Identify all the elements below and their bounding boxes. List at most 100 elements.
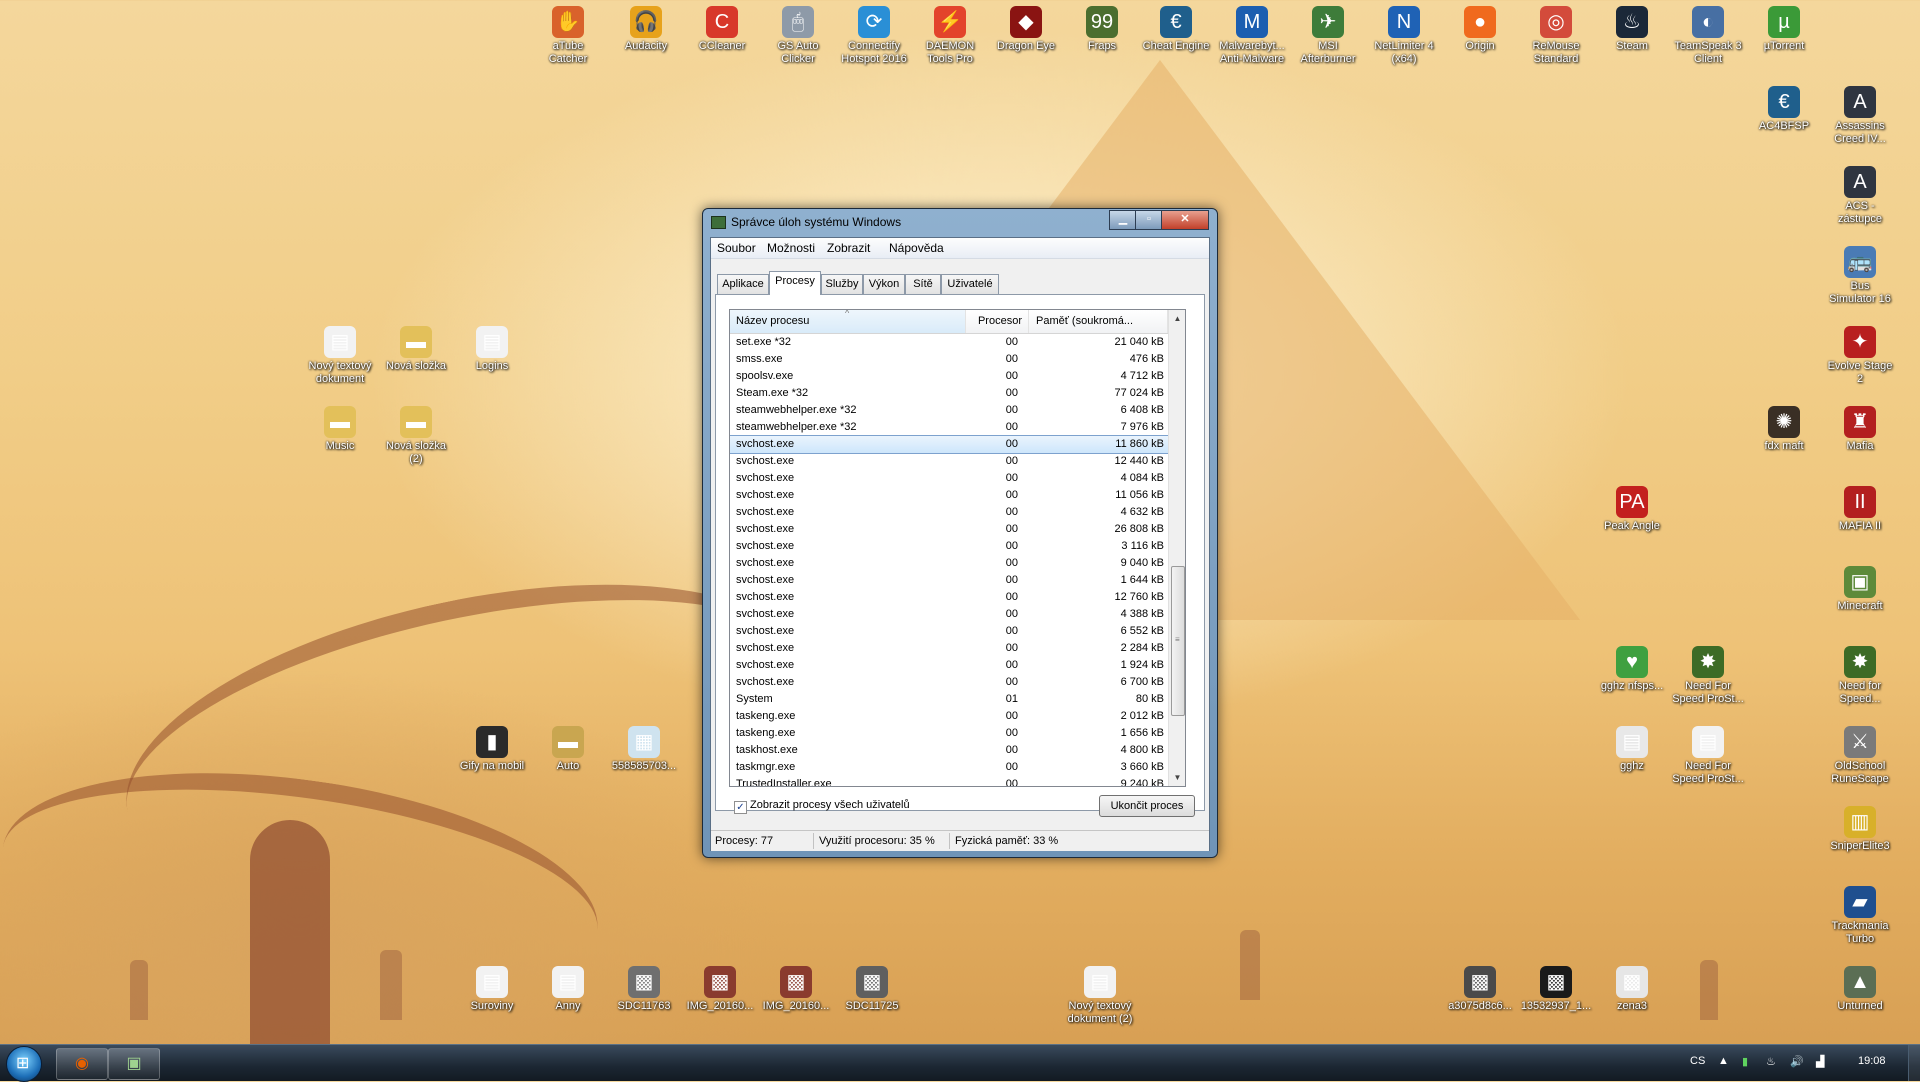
table-row[interactable]: taskeng.exe 00 2 012 kB [730,708,1168,725]
desktop-icon-logins[interactable]: ▤ Logins [454,326,530,373]
column-process-name[interactable]: ^ Název procesu [730,310,966,333]
desktop-icon-daemon[interactable]: ⚡ DAEMON Tools Pro [912,6,988,66]
desktop-icon-img2016a[interactable]: ▩ IMG_20160... [682,966,758,1013]
menu-view[interactable]: Zobrazit [827,241,870,255]
desktop-icon-sdc11763[interactable]: ▩ SDC11763 [606,966,682,1013]
table-row[interactable]: svchost.exe 00 11 860 kB [730,435,1169,454]
desktop-icon-img13532[interactable]: ▩ 13532937_1... [1518,966,1594,1013]
desktop-icon-music[interactable]: ▬ Music [302,406,378,453]
desktop-icon-gsautoclicker[interactable]: 🖱 GS Auto Clicker [760,6,836,66]
table-row[interactable]: steamwebhelper.exe *32 00 7 976 kB [730,419,1168,436]
desktop-icon-novaslozka2[interactable]: ▬ Nová složka (2) [378,406,454,466]
desktop-icon-connectify[interactable]: ⟳ Connectify Hotspot 2016 [836,6,912,66]
desktop-icon-nfsprost2[interactable]: ▤ Need For Speed ProSt... [1670,726,1746,786]
desktop-icon-novytxt[interactable]: ▤ Nový textový dokument [302,326,378,386]
tab-processes[interactable]: Procesy [769,271,821,295]
maximize-button[interactable]: ▫ [1135,210,1163,230]
table-row[interactable]: set.exe *32 00 21 040 kB [730,334,1168,351]
tab-applications[interactable]: Aplikace [717,274,769,294]
desktop-icon-steam[interactable]: ♨ Steam [1594,6,1670,53]
table-row[interactable]: taskeng.exe 00 1 656 kB [730,725,1168,742]
desktop-icon-novaslozka[interactable]: ▬ Nová složka [378,326,454,373]
desktop-icon-img558[interactable]: ▦ 558585703... [606,726,682,773]
desktop-icon-trackmania[interactable]: ▰ Trackmania Turbo [1822,886,1898,946]
table-row[interactable]: System 01 80 kB [730,691,1168,708]
table-row[interactable]: svchost.exe 00 12 760 kB [730,589,1168,606]
battery-icon[interactable]: ▮ [1742,1055,1748,1068]
table-row[interactable]: svchost.exe 00 6 552 kB [730,623,1168,640]
desktop-icon-sniper[interactable]: ▥ SniperElite3 [1822,806,1898,853]
desktop-icon-zena3[interactable]: ▩ zena3 [1594,966,1670,1013]
taskbar-task-manager[interactable]: ▣ [108,1048,160,1080]
desktop-icon-auto[interactable]: ▬ Auto [530,726,606,773]
desktop-icon-mafia2[interactable]: II MAFIA II [1822,486,1898,533]
desktop-icon-minecraft[interactable]: ▣ Minecraft [1822,566,1898,613]
table-row[interactable]: svchost.exe 00 3 116 kB [730,538,1168,555]
desktop-icon-cheatengine[interactable]: € Cheat Engine [1138,6,1214,53]
desktop-icon-ccleaner[interactable]: C CCleaner [684,6,760,53]
show-all-users-checkbox[interactable]: ✓ Zobrazit procesy všech uživatelů [734,799,910,814]
desktop-icon-oldschool[interactable]: ⚔ OldSchool RuneScape [1822,726,1898,786]
desktop-icon-gifty[interactable]: ▮ Gify na mobil [454,726,530,773]
clock[interactable]: 19:08 [1858,1055,1886,1067]
desktop-icon-gghz2[interactable]: ▤ gghz [1594,726,1670,773]
table-row[interactable]: svchost.exe 00 4 632 kB [730,504,1168,521]
desktop-icon-unturned[interactable]: ▲ Unturned [1822,966,1898,1013]
column-memory[interactable]: Paměť (soukromá... [1030,310,1168,333]
desktop-icon-anny[interactable]: ▤ Anny [530,966,606,1013]
tab-networking[interactable]: Sítě [905,274,941,294]
desktop-icon-nfsprost[interactable]: ✸ Need For Speed ProSt... [1670,646,1746,706]
volume-icon[interactable]: 🔊 [1790,1055,1804,1068]
start-button[interactable]: ⊞ [6,1046,42,1082]
table-row[interactable]: taskmgr.exe 00 3 660 kB [730,759,1168,776]
tab-performance[interactable]: Výkon [863,274,905,294]
show-hidden-icons-icon[interactable]: ▲ [1718,1055,1729,1067]
menu-help[interactable]: Nápověda [889,241,944,255]
close-button[interactable]: ✕ [1161,210,1209,230]
menu-options[interactable]: Možnosti [767,241,815,255]
desktop-icon-suroviny[interactable]: ▤ Suroviny [454,966,530,1013]
desktop-icon-img2016b[interactable]: ▩ IMG_20160... [758,966,834,1013]
tab-services[interactable]: Služby [821,274,863,294]
table-row[interactable]: svchost.exe 00 2 284 kB [730,640,1168,657]
network-icon[interactable]: ▟ [1816,1055,1824,1068]
vertical-scrollbar[interactable]: ▲ ≡ ▼ [1168,310,1185,786]
desktop-icon-nfsspeed[interactable]: ✸ Need for Speed... [1822,646,1898,706]
desktop-icon-teamspeak[interactable]: ◐ TeamSpeak 3 Client [1670,6,1746,66]
desktop-icon-utorrent[interactable]: µ µTorrent [1746,6,1822,53]
table-row[interactable]: Steam.exe *32 00 77 024 kB [730,385,1168,402]
table-row[interactable]: svchost.exe 00 4 388 kB [730,606,1168,623]
table-row[interactable]: spoolsv.exe 00 4 712 kB [730,368,1168,385]
desktop-icon-mafia[interactable]: ♜ Mafia [1822,406,1898,453]
desktop-icon-malwarebytes[interactable]: M Malwarebyt... Anti-Malware [1214,6,1290,66]
desktop-icon-assassins[interactable]: A Assassins Creed IV... [1822,86,1898,146]
show-desktop-button[interactable] [1908,1045,1920,1081]
desktop-icon-netlimiter[interactable]: N NetLimiter 4 (x64) [1366,6,1442,66]
taskbar-firefox[interactable]: ◉ [56,1048,108,1080]
table-row[interactable]: svchost.exe 00 1 644 kB [730,572,1168,589]
desktop-icon-fdxmaft[interactable]: ✺ fdx maft [1746,406,1822,453]
desktop-icon-peakangle[interactable]: PA Peak Angle [1594,486,1670,533]
scroll-up-icon[interactable]: ▲ [1169,310,1185,327]
desktop-icon-msiab[interactable]: ✈ MSI Afterburner [1290,6,1366,66]
table-row[interactable]: svchost.exe 00 12 440 kB [730,453,1168,470]
table-row[interactable]: svchost.exe 00 1 924 kB [730,657,1168,674]
table-row[interactable]: smss.exe 00 476 kB [730,351,1168,368]
minimize-button[interactable]: ▁ [1109,210,1137,230]
desktop-icon-bussim[interactable]: 🚌 Bus Simulator 16 [1822,246,1898,306]
desktop-icon-ac4bfsp[interactable]: € AC4BFSP [1746,86,1822,133]
table-row[interactable]: svchost.exe 00 9 040 kB [730,555,1168,572]
desktop-icon-a3075[interactable]: ▩ a3075d8c6... [1442,966,1518,1013]
column-cpu[interactable]: Procesor [967,310,1029,333]
table-row[interactable]: svchost.exe 00 11 056 kB [730,487,1168,504]
scroll-down-icon[interactable]: ▼ [1169,769,1185,786]
tab-users[interactable]: Uživatelé [941,274,999,294]
desktop-icon-audacity[interactable]: 🎧 Audacity [608,6,684,53]
desktop-icon-remouse[interactable]: ◎ ReMouse Standard [1518,6,1594,66]
task-manager-window[interactable]: Správce úloh systému Windows ▁ ▫ ✕ Soubo… [702,208,1218,858]
language-indicator[interactable]: CS [1690,1055,1705,1067]
menu-file[interactable]: Soubor [717,241,756,255]
desktop-icon-dragoneye[interactable]: ◆ Dragon Eye [988,6,1064,53]
checkbox-icon[interactable]: ✓ [734,801,747,814]
steam-tray-icon[interactable]: ♨ [1766,1055,1776,1068]
